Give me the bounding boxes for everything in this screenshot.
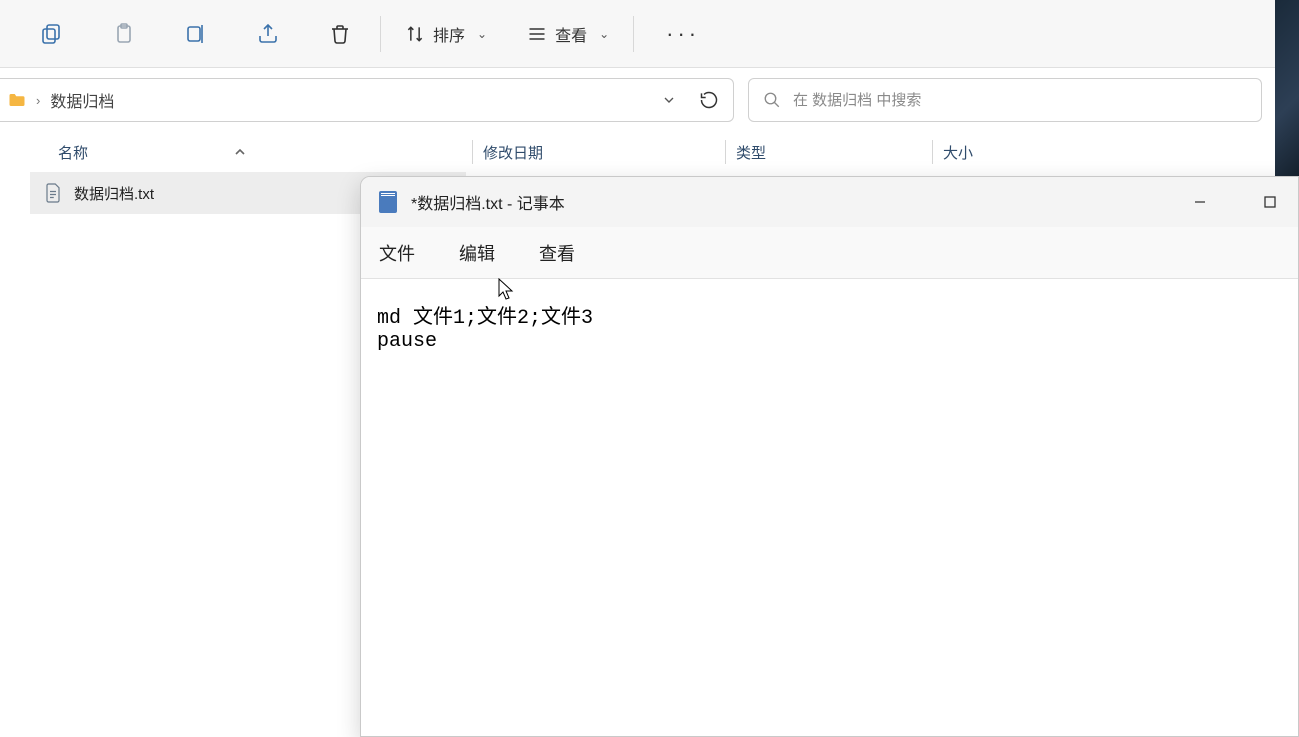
more-button[interactable]: ··· — [638, 0, 728, 68]
column-separator — [932, 140, 933, 164]
paste-button[interactable] — [88, 0, 160, 68]
column-type[interactable]: 类型 — [736, 142, 932, 163]
toolbar-separator — [380, 16, 381, 52]
rename-button[interactable] — [160, 0, 232, 68]
column-name[interactable]: 名称 — [58, 142, 472, 163]
notepad-icon — [379, 191, 397, 213]
text-file-icon — [44, 182, 62, 204]
view-dropdown[interactable]: 查看 ⌄ — [507, 0, 629, 68]
minimize-button[interactable] — [1172, 177, 1228, 227]
toolbar-separator — [633, 16, 634, 52]
column-separator — [472, 140, 473, 164]
column-headers: 名称 修改日期 类型 大小 — [0, 132, 1299, 172]
column-size[interactable]: 大小 — [943, 142, 1063, 163]
menu-file[interactable]: 文件 — [379, 240, 415, 266]
share-button[interactable] — [232, 0, 304, 68]
breadcrumb[interactable]: › 数据归档 — [0, 78, 734, 122]
breadcrumb-dropdown[interactable] — [655, 92, 683, 108]
search-input[interactable] — [793, 92, 1247, 109]
notepad-window: *数据归档.txt - 记事本 文件 编辑 查看 md 文件1;文件2;文件3 … — [360, 176, 1299, 737]
view-label: 查看 — [555, 22, 587, 46]
notepad-menu: 文件 编辑 查看 — [361, 227, 1298, 279]
chevron-down-icon: ⌄ — [599, 27, 609, 41]
explorer-toolbar: 排序 ⌄ 查看 ⌄ ··· — [0, 0, 1299, 68]
sort-icon — [405, 24, 425, 44]
sort-indicator-icon — [234, 147, 246, 157]
breadcrumb-folder[interactable]: 数据归档 — [50, 88, 114, 112]
column-name-label: 名称 — [58, 142, 88, 163]
file-name: 数据归档.txt — [74, 183, 154, 204]
notepad-titlebar[interactable]: *数据归档.txt - 记事本 — [361, 177, 1298, 227]
ellipsis-icon: ··· — [666, 21, 700, 47]
address-row: › 数据归档 — [0, 68, 1299, 132]
column-modified[interactable]: 修改日期 — [483, 142, 725, 163]
refresh-button[interactable] — [693, 90, 725, 110]
menu-edit[interactable]: 编辑 — [459, 240, 495, 266]
chevron-right-icon: › — [36, 93, 40, 108]
column-separator — [725, 140, 726, 164]
folder-icon — [8, 92, 26, 108]
delete-button[interactable] — [304, 0, 376, 68]
column-size-label: 大小 — [943, 145, 973, 162]
notepad-textarea[interactable]: md 文件1;文件2;文件3 pause — [361, 279, 1298, 736]
sort-dropdown[interactable]: 排序 ⌄ — [385, 0, 507, 68]
copy-button[interactable] — [16, 0, 88, 68]
column-modified-label: 修改日期 — [483, 145, 543, 162]
menu-view[interactable]: 查看 — [539, 240, 575, 266]
notepad-title: *数据归档.txt - 记事本 — [411, 190, 565, 214]
chevron-down-icon: ⌄ — [477, 27, 487, 41]
sort-label: 排序 — [433, 22, 465, 46]
background-window-sliver — [1275, 0, 1299, 176]
maximize-button[interactable] — [1242, 177, 1298, 227]
search-icon — [763, 91, 781, 109]
search-box[interactable] — [748, 78, 1262, 122]
column-type-label: 类型 — [736, 145, 766, 162]
view-icon — [527, 25, 547, 43]
